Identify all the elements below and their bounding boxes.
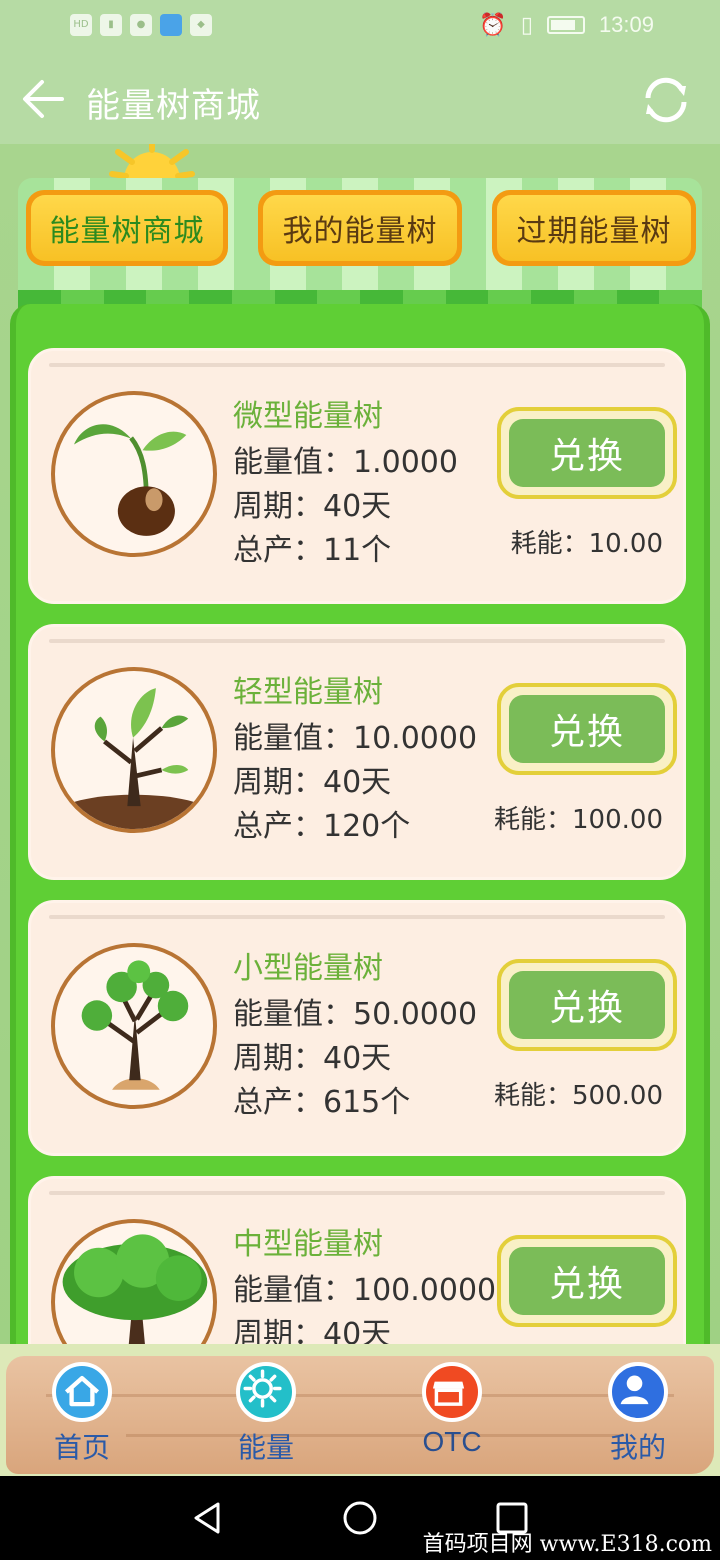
sun-icon bbox=[236, 1362, 296, 1422]
product-name: 中型能量树 bbox=[233, 1227, 383, 1262]
product-card: 微型能量树 能量值：1.0000 周期：40天 总产：11个 兑换 耗能：10.… bbox=[28, 348, 686, 604]
nav-label: 我的 bbox=[609, 1431, 666, 1464]
nav-label: OTC bbox=[422, 1426, 482, 1457]
tab-my-energy-trees[interactable]: 我的能量树 bbox=[258, 190, 462, 266]
product-total: 总产：11个 bbox=[233, 533, 392, 568]
nav-item-otc[interactable]: OTC bbox=[392, 1362, 512, 1472]
system-back-icon[interactable] bbox=[188, 1498, 228, 1538]
exchange-button-label: 兑换 bbox=[509, 419, 665, 487]
hd-icon: HD bbox=[70, 14, 92, 36]
shop-scene: 能量树商城 我的能量树 过期能量树 微型能量树 能量值：1.0000 周期：40… bbox=[0, 144, 720, 1360]
exchange-button[interactable]: 兑换 bbox=[497, 407, 677, 499]
back-arrow-icon bbox=[23, 80, 64, 118]
alarm-icon: ⏰ bbox=[479, 12, 507, 37]
signal-icon: ▮ bbox=[100, 14, 122, 36]
exchange-button[interactable]: 兑换 bbox=[497, 1235, 677, 1327]
nav-label: 首页 bbox=[53, 1431, 110, 1464]
product-name: 微型能量树 bbox=[233, 399, 383, 434]
product-cost: 耗能：500.00 bbox=[494, 1081, 663, 1111]
app-header: 能量树商城 bbox=[0, 56, 720, 144]
battery-icon bbox=[546, 16, 585, 34]
exchange-button[interactable]: 兑换 bbox=[497, 959, 677, 1051]
status-left-icons: HD ▮ ● ◆ bbox=[70, 14, 212, 36]
product-energy: 能量值：1.0000 bbox=[233, 445, 458, 480]
medium-tree-icon bbox=[51, 1219, 217, 1360]
product-total: 总产：120个 bbox=[233, 809, 411, 844]
product-energy: 能量值：10.0000 bbox=[233, 721, 478, 756]
system-home-icon[interactable] bbox=[340, 1498, 380, 1538]
product-card: 中型能量树 能量值：100.0000 周期：40天 兑换 bbox=[28, 1176, 686, 1360]
status-bar: HD ▮ ● ◆ ⏰ ▯ 13:09 bbox=[0, 0, 720, 56]
shop-icon bbox=[422, 1362, 482, 1422]
product-cost: 耗能：100.00 bbox=[494, 805, 663, 835]
exchange-button-label: 兑换 bbox=[509, 971, 665, 1039]
page-title: 能量树商城 bbox=[86, 86, 261, 126]
product-cycle: 周期：40天 bbox=[233, 765, 392, 800]
exchange-button-label: 兑换 bbox=[509, 1247, 665, 1315]
product-total: 总产：615个 bbox=[233, 1085, 411, 1120]
bottom-nav: 首页 能量 OTC 我的 bbox=[0, 1344, 720, 1476]
nav-item-mine[interactable]: 我的 bbox=[578, 1362, 698, 1472]
tab-label: 我的能量树 bbox=[263, 195, 457, 261]
qq-icon: ◆ bbox=[190, 14, 212, 36]
tab-label: 能量树商城 bbox=[31, 195, 223, 261]
product-name: 轻型能量树 bbox=[233, 675, 383, 710]
status-right: ⏰ ▯ 13:09 bbox=[479, 12, 654, 38]
refresh-button[interactable] bbox=[638, 72, 694, 128]
product-energy: 能量值：100.0000 bbox=[233, 1273, 497, 1308]
home-icon bbox=[52, 1362, 112, 1422]
tab-expired-energy-trees[interactable]: 过期能量树 bbox=[492, 190, 696, 266]
tab-energy-tree-shop[interactable]: 能量树商城 bbox=[26, 190, 228, 266]
seed-sprout-icon bbox=[51, 391, 217, 557]
exchange-button[interactable]: 兑换 bbox=[497, 683, 677, 775]
tab-label: 过期能量树 bbox=[497, 195, 691, 261]
nav-label: 能量 bbox=[237, 1431, 294, 1464]
exchange-button-label: 兑换 bbox=[509, 695, 665, 763]
system-nav-bar: 首码项目网 www.E318.com bbox=[0, 1476, 720, 1560]
wechat-icon: ● bbox=[130, 14, 152, 36]
nav-item-energy[interactable]: 能量 bbox=[206, 1362, 326, 1472]
product-card: 小型能量树 能量值：50.0000 周期：40天 总产：615个 兑换 耗能：5… bbox=[28, 900, 686, 1156]
small-tree-icon bbox=[51, 943, 217, 1109]
product-card: 轻型能量树 能量值：10.0000 周期：40天 总产：120个 兑换 耗能：1… bbox=[28, 624, 686, 880]
product-cycle: 周期：40天 bbox=[233, 1041, 392, 1076]
product-cycle: 周期：40天 bbox=[233, 489, 392, 524]
product-name: 小型能量树 bbox=[233, 951, 383, 986]
browser-icon bbox=[160, 14, 182, 36]
vibrate-icon: ▯ bbox=[520, 12, 533, 37]
watermark: 首码项目网 www.E318.com bbox=[422, 1532, 712, 1557]
user-icon bbox=[608, 1362, 668, 1422]
product-energy: 能量值：50.0000 bbox=[233, 997, 478, 1032]
back-button[interactable] bbox=[18, 74, 68, 124]
nav-item-home[interactable]: 首页 bbox=[22, 1362, 142, 1472]
refresh-icon bbox=[645, 77, 687, 123]
status-time: 13:09 bbox=[598, 12, 654, 37]
product-cost: 耗能：10.00 bbox=[510, 529, 663, 559]
sapling-icon bbox=[51, 667, 217, 833]
